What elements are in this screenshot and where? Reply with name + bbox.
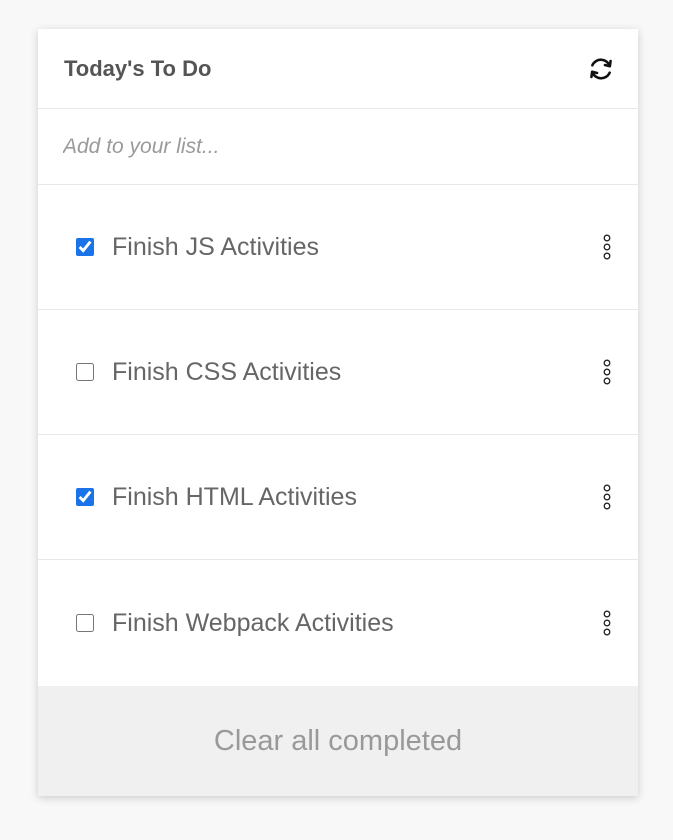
item-label: Finish Webpack Activities — [112, 608, 394, 637]
item-label: Finish JS Activities — [112, 232, 320, 261]
clear-completed-button[interactable]: Clear all completed — [38, 686, 638, 796]
add-item-row — [38, 109, 638, 185]
vertical-dots-icon[interactable] — [600, 483, 614, 511]
list-item: Finish CSS Activities — [38, 310, 638, 435]
list-item: Finish Webpack Activities — [38, 560, 638, 686]
clear-completed-label: Clear all completed — [213, 724, 463, 757]
page-title: Today's To Do — [64, 55, 212, 81]
todo-header: Today's To Do — [38, 29, 638, 109]
item-checkbox[interactable] — [76, 614, 94, 632]
item-checkbox[interactable] — [76, 488, 94, 506]
todo-list: Finish JS Activities Finish CSS Activiti… — [38, 185, 638, 686]
todo-card: Today's To Do Finish JS Activities Finis… — [38, 29, 638, 796]
refresh-icon[interactable] — [586, 54, 616, 84]
item-checkbox[interactable] — [76, 363, 94, 381]
list-item: Finish HTML Activities — [38, 435, 638, 560]
item-label: Finish CSS Activities — [112, 357, 342, 386]
item-checkbox[interactable] — [76, 238, 94, 256]
vertical-dots-icon[interactable] — [600, 358, 614, 386]
add-item-input[interactable] — [63, 134, 613, 159]
vertical-dots-icon[interactable] — [600, 609, 614, 637]
vertical-dots-icon[interactable] — [600, 233, 614, 261]
list-item: Finish JS Activities — [38, 185, 638, 310]
item-label: Finish HTML Activities — [112, 482, 357, 511]
